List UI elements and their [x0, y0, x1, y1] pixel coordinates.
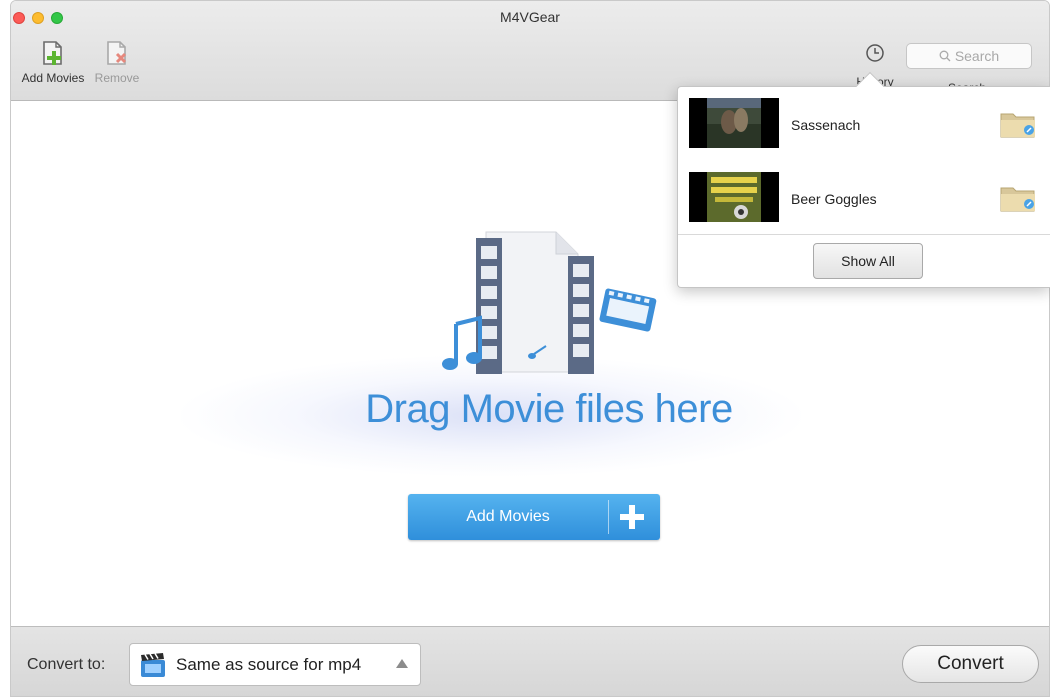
history-item-title: Sassenach [791, 117, 861, 133]
convert-button[interactable]: Convert [902, 645, 1039, 683]
folder-icon[interactable] [1000, 109, 1036, 139]
folder-icon[interactable] [1000, 183, 1036, 213]
add-movies-button[interactable]: Add Movies [408, 494, 660, 540]
add-movie-icon [43, 41, 62, 65]
add-movies-toolbar-label: Add Movies [21, 71, 85, 85]
add-movies-button-label: Add Movies [466, 508, 550, 525]
video-thumbnail [689, 172, 779, 222]
convert-to-label: Convert to: [27, 656, 106, 673]
remove-movie-icon [107, 41, 127, 65]
search-placeholder: Search [954, 48, 1000, 64]
history-popover: Sassenach Beer Goggles Show All [677, 86, 1050, 288]
search-input[interactable]: Search [906, 43, 1032, 69]
history-item[interactable]: Sassenach [678, 93, 1050, 163]
film-file-icon [442, 231, 657, 374]
clapperboard-icon [141, 652, 165, 677]
popover-divider [678, 234, 1050, 235]
drag-prompt: Drag Movie files here [365, 387, 733, 431]
history-item-title: Beer Goggles [791, 191, 877, 207]
remove-toolbar-label: Remove [94, 71, 140, 85]
button-divider [608, 500, 609, 534]
output-format-select[interactable]: Same as source for mp4 [129, 643, 421, 686]
history-clock-icon [866, 44, 884, 62]
video-thumbnail [689, 98, 779, 148]
show-all-button[interactable]: Show All [813, 243, 923, 279]
remove-toolbar-button[interactable]: Remove [85, 39, 149, 85]
add-movies-toolbar-button[interactable]: Add Movies [15, 39, 91, 85]
window-title: M4VGear [500, 9, 560, 25]
footer-bar: Convert to: Same as source for mp4 Conve… [11, 626, 1049, 696]
select-arrow-icon [396, 659, 408, 668]
search-icon [939, 50, 951, 62]
plus-icon [620, 505, 644, 529]
output-format-value: Same as source for mp4 [176, 654, 362, 674]
history-item[interactable]: Beer Goggles [678, 167, 1050, 237]
